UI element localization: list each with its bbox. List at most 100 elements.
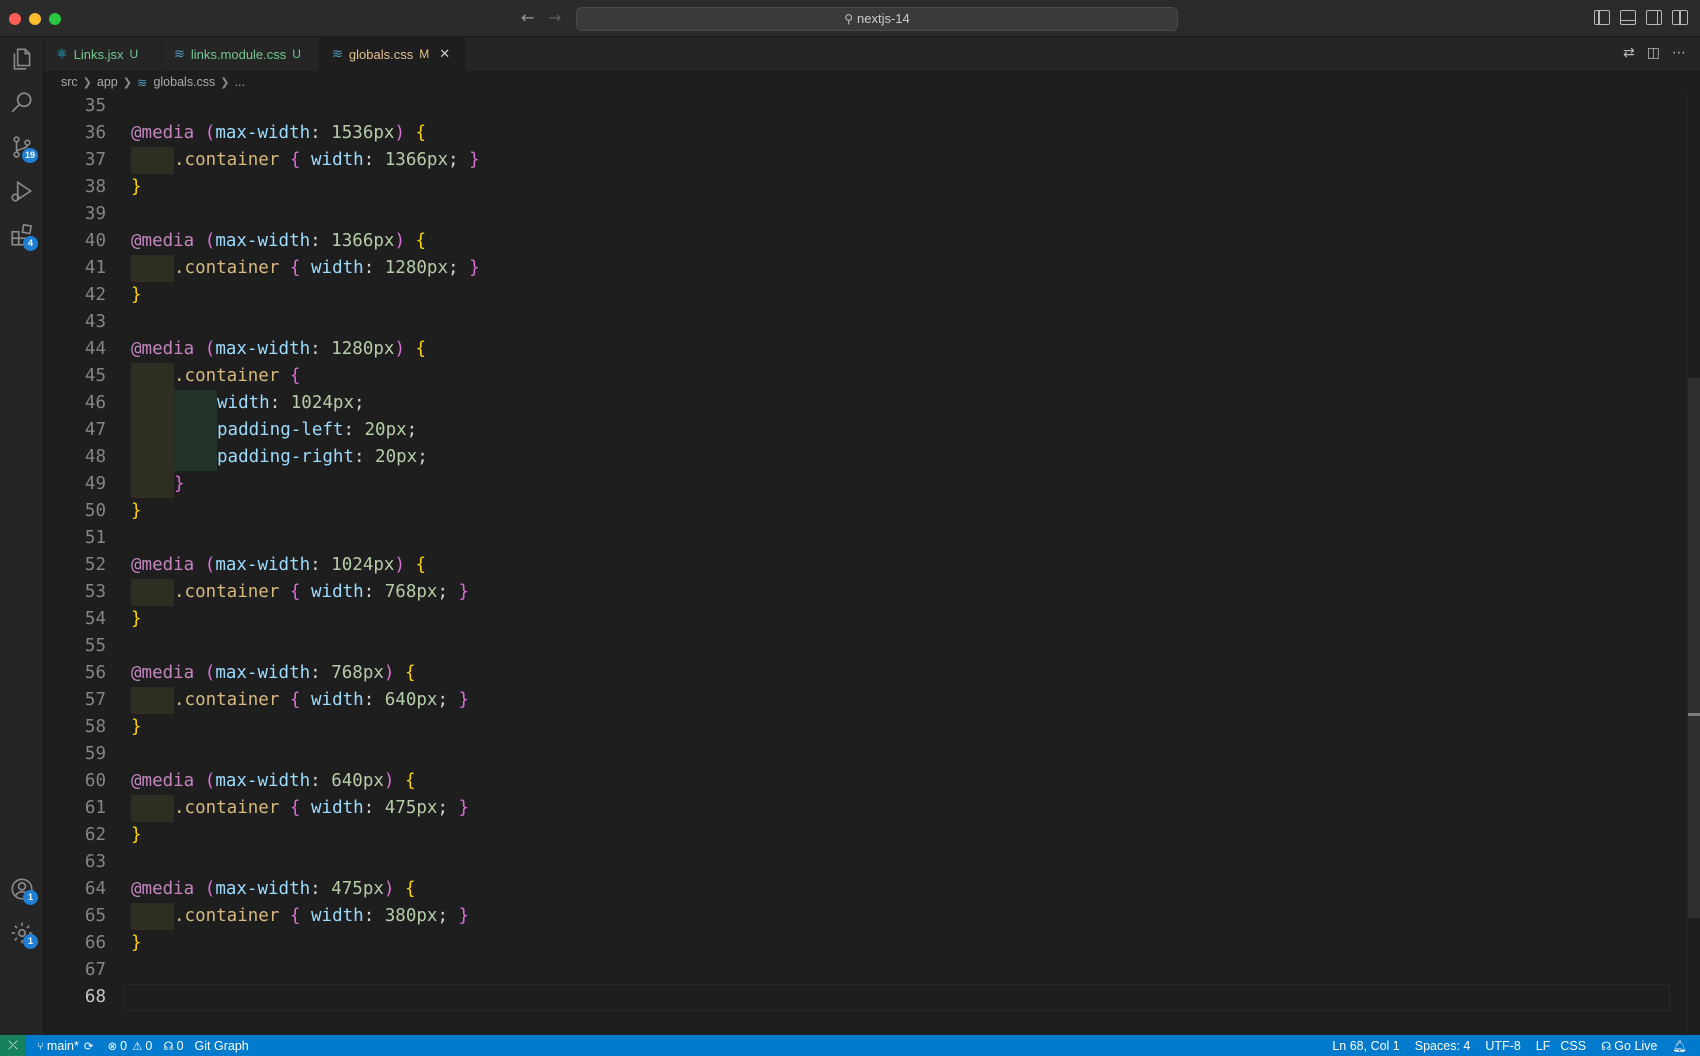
line-number: 66 xyxy=(84,933,106,953)
ports-indicator[interactable]: ☊ 0 xyxy=(163,1039,183,1053)
toggle-primary-sidebar-icon[interactable] xyxy=(1594,10,1610,25)
language-mode[interactable]: CSS xyxy=(1560,1039,1586,1053)
code-line: 62} xyxy=(44,822,1684,849)
editor-actions: ⇄ ◫ ⋯ xyxy=(1623,45,1686,61)
tab-globals-css[interactable]: ≋ globals.css M ✕ xyxy=(320,37,465,71)
forward-arrow-icon[interactable]: → xyxy=(548,8,561,27)
code-line: 52 @media (max-width: 1024px) { xyxy=(44,552,1684,579)
cursor-position[interactable]: Ln 68, Col 1 xyxy=(1332,1039,1399,1053)
breadcrumb-file[interactable]: globals.css xyxy=(153,75,215,89)
indentation-label: Spaces: 4 xyxy=(1414,1038,1471,1053)
cursor-position-label: Ln 68, Col 1 xyxy=(1332,1038,1400,1053)
code-line: 51 xyxy=(44,525,1684,552)
line-number: 48 xyxy=(84,447,106,467)
run-debug-icon[interactable] xyxy=(0,169,44,213)
code-line: 46 width: 1024px; xyxy=(44,390,1684,417)
status-bar: ⤫ ⑂ main* ⟳ ⊗ 0 ⚠ 0 ☊ 0 Git Graph Ln 68,… xyxy=(0,1035,1700,1056)
code-lines: 35 36 @media (max-width: 1536px) { 37 .con… xyxy=(44,93,1684,1011)
problems-indicator[interactable]: ⊗ 0 ⚠ 0 xyxy=(108,1039,153,1053)
warning-count: 0 xyxy=(145,1038,153,1053)
line-number: 52 xyxy=(84,555,106,575)
code-line: 38} xyxy=(44,174,1684,201)
extensions-icon[interactable]: 4 xyxy=(0,213,44,257)
scrollbar-cursor-marker xyxy=(1688,713,1700,716)
tab-links-module-css[interactable]: ≋ links.module.css U xyxy=(162,37,320,71)
code-line: 39 xyxy=(44,201,1684,228)
css-file-icon: ≋ xyxy=(136,74,148,90)
sync-icon[interactable]: ⟳ xyxy=(84,1039,94,1053)
code-editor[interactable]: 35 36 @media (max-width: 1536px) { 37 .con… xyxy=(44,93,1700,1035)
search-icon[interactable] xyxy=(0,81,44,125)
css-file-icon: ≋ xyxy=(332,46,343,62)
code-line: 53 .container { width: 768px; } xyxy=(44,579,1684,606)
customize-layout-icon[interactable] xyxy=(1672,10,1688,25)
code-line: 60 @media (max-width: 640px) { xyxy=(44,768,1684,795)
code-line: 56 @media (max-width: 768px) { xyxy=(44,660,1684,687)
eol-label: LF xyxy=(1535,1038,1551,1053)
remote-indicator[interactable]: ⤫ xyxy=(0,1035,26,1056)
git-graph-button[interactable]: Git Graph xyxy=(195,1039,249,1053)
code-line: 54} xyxy=(44,606,1684,633)
open-changes-icon[interactable]: ⇄ xyxy=(1623,45,1635,61)
command-center-search[interactable]: ⚲ nextjs-14 xyxy=(576,7,1178,31)
end-of-line[interactable]: LF xyxy=(1536,1039,1551,1053)
line-number: 64 xyxy=(84,879,106,899)
code-line: 58} xyxy=(44,714,1684,741)
source-control-icon[interactable]: 19 xyxy=(0,125,44,169)
extensions-badge: 4 xyxy=(23,236,38,251)
line-number: 61 xyxy=(84,798,106,818)
minimize-window-button[interactable] xyxy=(29,13,41,25)
code-line: 67 xyxy=(44,957,1684,984)
close-icon[interactable]: ✕ xyxy=(439,47,450,62)
accounts-badge: 1 xyxy=(23,890,38,905)
breadcrumb-app[interactable]: app xyxy=(97,75,118,89)
maximize-window-button[interactable] xyxy=(49,13,61,25)
back-arrow-icon[interactable]: ← xyxy=(521,8,534,27)
tab-links-jsx[interactable]: ⚛ Links.jsx U xyxy=(44,37,162,71)
line-number: 68 xyxy=(84,987,106,1007)
chevron-right-icon: ❯ xyxy=(82,75,92,89)
line-number: 51 xyxy=(84,528,106,548)
react-icon: ⚛ xyxy=(56,46,68,62)
vertical-scrollbar[interactable] xyxy=(1686,93,1700,1035)
error-icon: ⊗ xyxy=(107,1038,118,1053)
line-number: 41 xyxy=(84,258,106,278)
manage-gear-icon[interactable]: 1 xyxy=(0,911,44,955)
line-number: 42 xyxy=(84,285,106,305)
current-line-highlight xyxy=(124,984,1670,1011)
scrollbar-thumb[interactable] xyxy=(1688,378,1700,918)
toggle-panel-icon[interactable] xyxy=(1620,10,1636,25)
activity-bar: 19 4 1 1 xyxy=(0,37,44,1036)
tab-git-status: M xyxy=(419,47,430,61)
breadcrumb-src[interactable]: src xyxy=(61,75,78,89)
indentation[interactable]: Spaces: 4 xyxy=(1415,1039,1471,1053)
encoding[interactable]: UTF-8 xyxy=(1485,1039,1520,1053)
explorer-icon[interactable] xyxy=(0,37,44,81)
code-line: 45 .container { xyxy=(44,363,1684,390)
notifications-button[interactable]: 🔔︎ xyxy=(1672,1039,1690,1053)
code-line: 43 xyxy=(44,309,1684,336)
go-live-label: Go Live xyxy=(1614,1038,1658,1053)
line-number: 38 xyxy=(84,177,106,197)
toggle-secondary-sidebar-icon[interactable] xyxy=(1646,10,1662,25)
line-number: 46 xyxy=(84,393,106,413)
line-number: 37 xyxy=(84,150,106,170)
code-line: 47 padding-left: 20px; xyxy=(44,417,1684,444)
close-window-button[interactable] xyxy=(9,13,21,25)
breadcrumb-symbols[interactable]: ... xyxy=(235,75,245,89)
line-number: 45 xyxy=(84,366,106,386)
editor-tab-bar: ⚛ Links.jsx U ≋ links.module.css U ≋ glo… xyxy=(44,37,1700,71)
go-live-button[interactable]: ☊ Go Live xyxy=(1601,1039,1657,1053)
current-code-line[interactable]: 68 xyxy=(44,984,1684,1011)
more-actions-icon[interactable]: ⋯ xyxy=(1672,45,1686,61)
code-line: 37 .container { width: 1366px; } xyxy=(44,147,1684,174)
accounts-icon[interactable]: 1 xyxy=(0,867,44,911)
chevron-right-icon: ❯ xyxy=(122,75,132,89)
code-line: 63 xyxy=(44,849,1684,876)
branch-indicator[interactable]: ⑂ main* ⟳ xyxy=(37,1039,97,1053)
code-line: 57 .container { width: 640px; } xyxy=(44,687,1684,714)
split-editor-icon[interactable]: ◫ xyxy=(1647,45,1660,61)
bell-icon: 🔔︎ xyxy=(1672,1038,1687,1053)
line-number: 54 xyxy=(84,609,106,629)
line-number: 55 xyxy=(84,636,106,656)
